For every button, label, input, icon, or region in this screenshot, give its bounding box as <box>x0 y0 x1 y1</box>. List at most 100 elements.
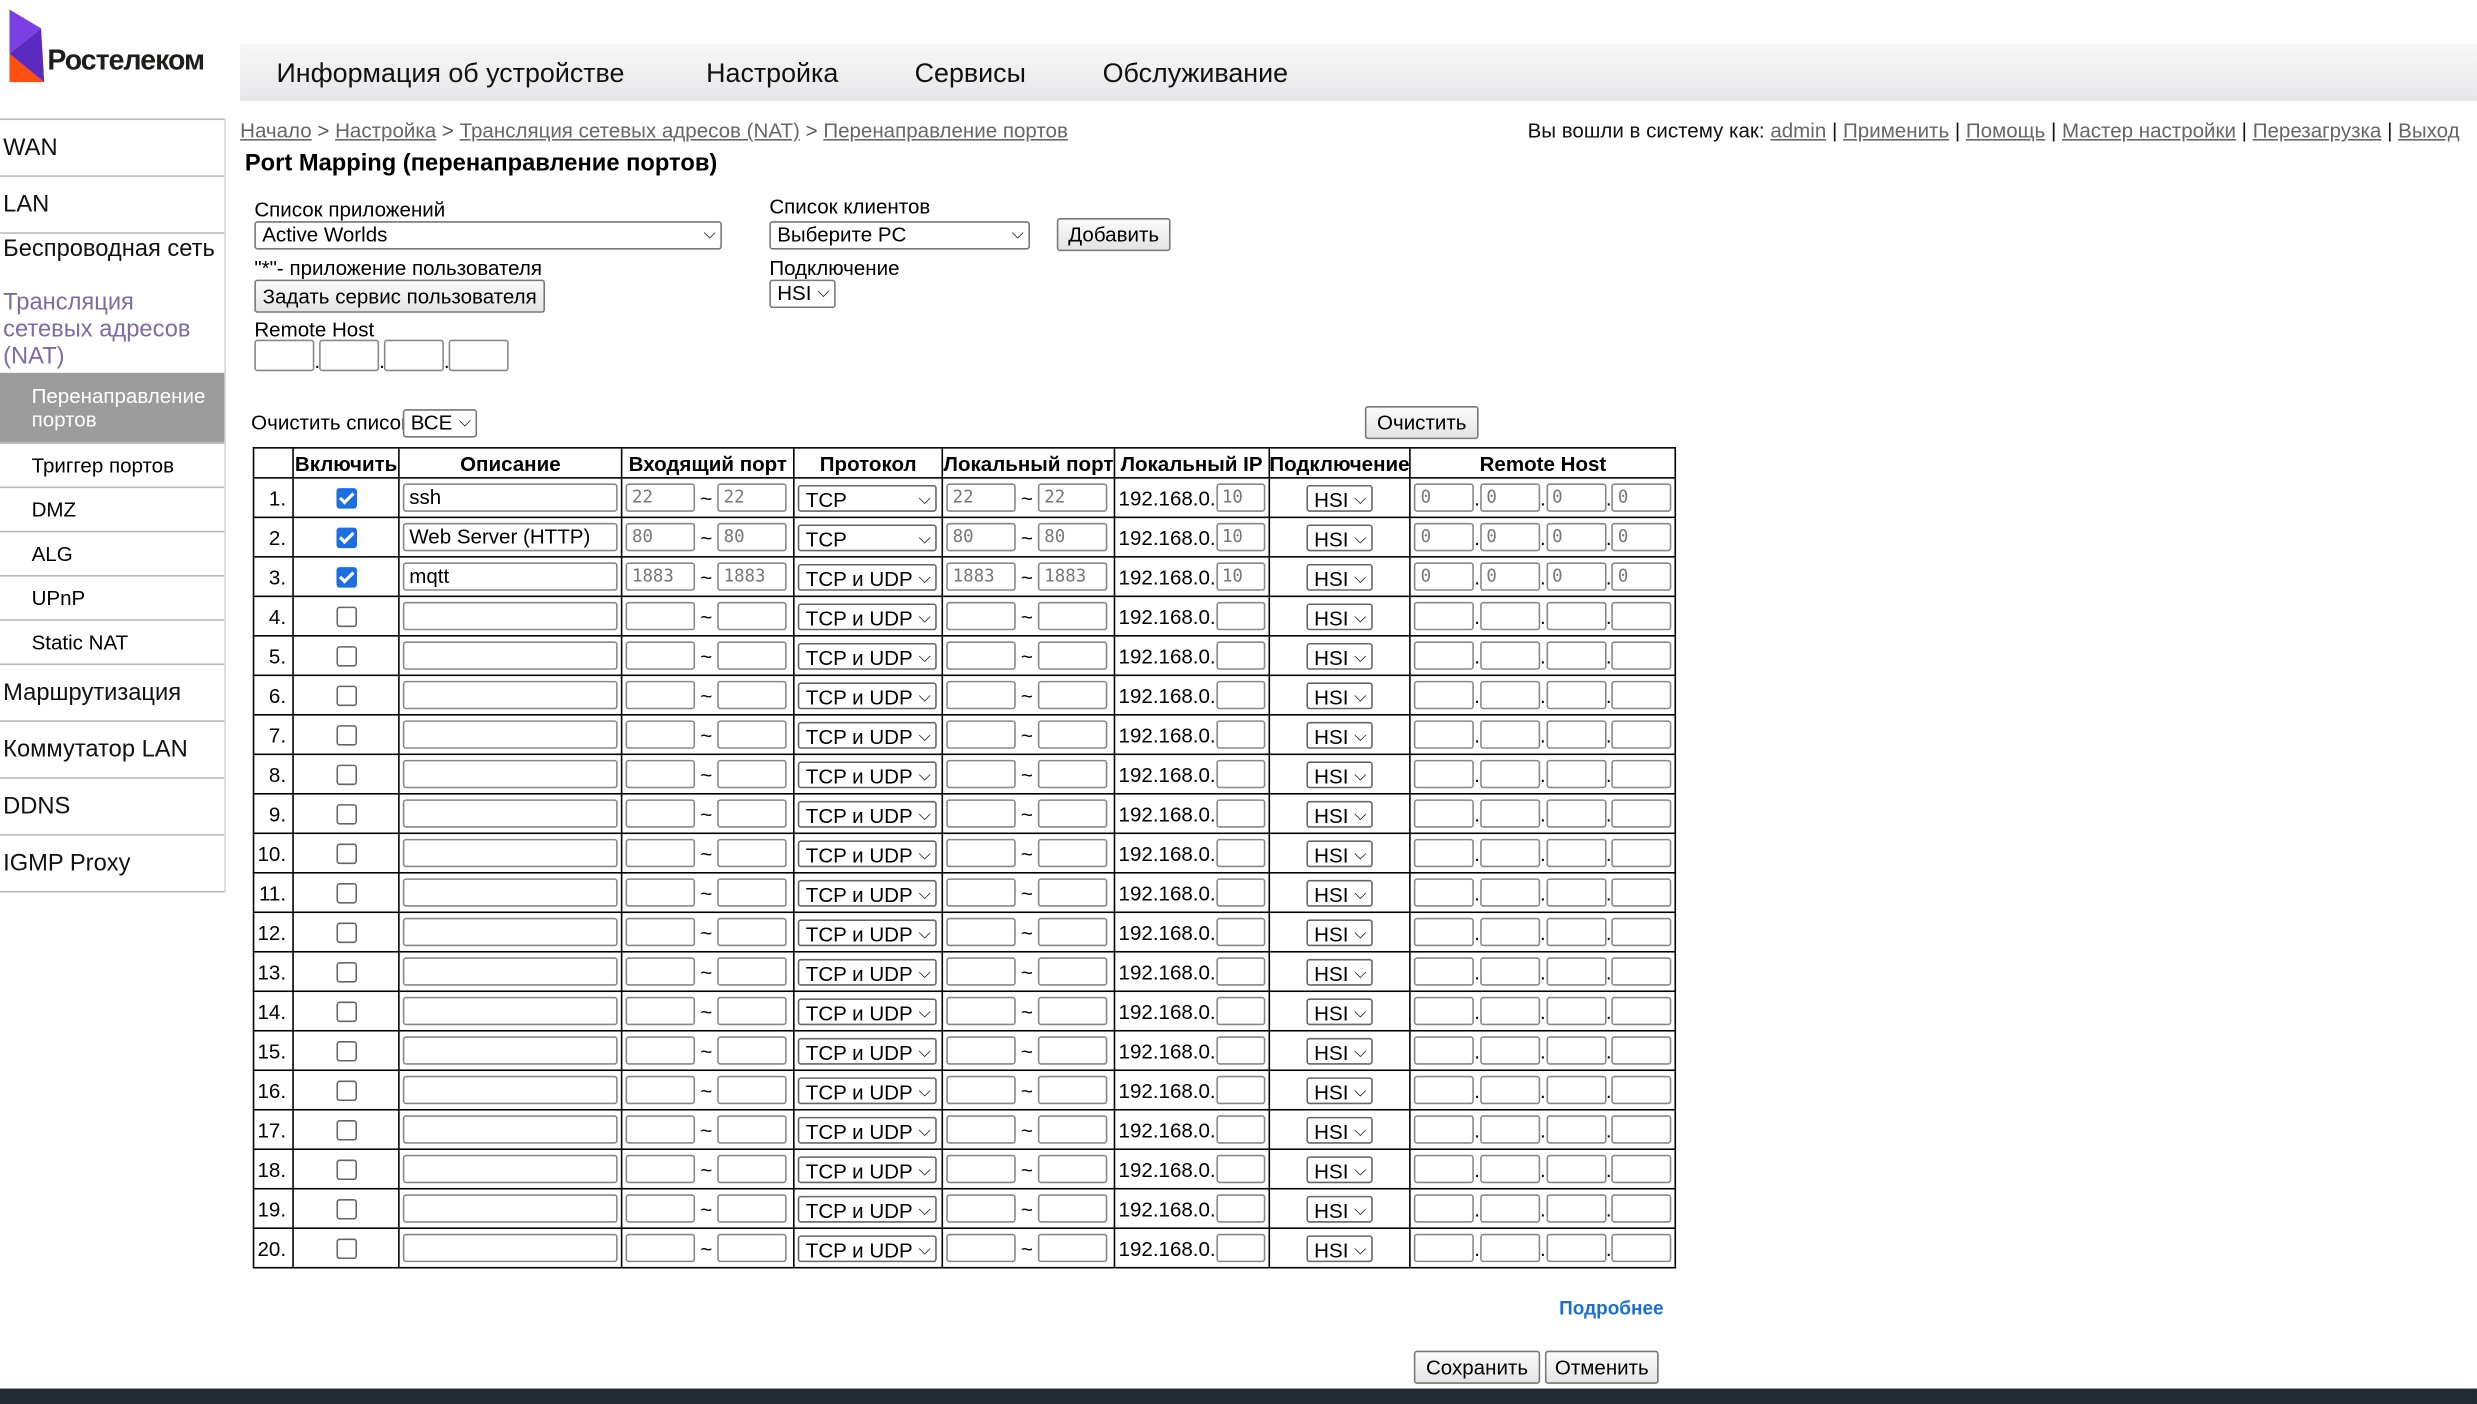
add-button[interactable]: Добавить <box>1056 217 1171 252</box>
description-input[interactable] <box>402 680 618 710</box>
remote-host-octet[interactable] <box>1414 996 1475 1026</box>
apply-link[interactable]: Применить <box>1843 118 1949 142</box>
remote-host-octet[interactable] <box>1480 799 1541 828</box>
incoming-port-end[interactable] <box>717 601 787 631</box>
local-port-end[interactable] <box>1037 996 1108 1026</box>
local-ip-last-octet[interactable] <box>1215 1194 1265 1223</box>
remote-host-octet[interactable]: 0 <box>1611 522 1672 552</box>
local-ip-last-octet[interactable] <box>1215 641 1265 670</box>
local-ip-last-octet[interactable] <box>1215 957 1265 986</box>
incoming-port-start[interactable] <box>625 601 696 631</box>
remote-host-octet[interactable] <box>1545 680 1606 710</box>
incoming-port-end[interactable] <box>717 957 787 986</box>
remote-host-octet[interactable] <box>1545 838 1606 868</box>
protocol-select[interactable]: TCP и UDP ⌵ <box>797 642 937 670</box>
enable-checkbox[interactable] <box>335 487 357 508</box>
remote-host-octet[interactable] <box>1611 680 1672 710</box>
local-port-end[interactable] <box>1037 917 1108 947</box>
remote-host-octet[interactable] <box>1611 720 1672 749</box>
remote-host-octet[interactable] <box>1414 601 1475 631</box>
local-port-start[interactable]: 22 <box>946 483 1016 512</box>
sidebar-subitem-port-trigger[interactable]: Триггер портов <box>0 442 225 486</box>
local-ip-last-octet[interactable] <box>1215 799 1265 828</box>
enable-checkbox[interactable] <box>335 961 357 982</box>
protocol-select[interactable]: TCP и UDP ⌵ <box>797 1234 937 1262</box>
remote-host-octet[interactable]: 0 <box>1545 483 1606 512</box>
protocol-select[interactable]: TCP и UDP ⌵ <box>797 721 937 748</box>
description-input[interactable] <box>402 957 618 986</box>
remote-host-octet[interactable] <box>1611 601 1672 631</box>
incoming-port-start[interactable] <box>625 917 696 947</box>
incoming-port-start[interactable] <box>625 838 696 868</box>
clear-list-select[interactable]: ВСЕ ⌵ <box>402 409 478 438</box>
description-input[interactable] <box>402 878 618 907</box>
connection-select[interactable]: HSI ⌵ <box>1306 1234 1373 1262</box>
description-input[interactable] <box>402 641 618 670</box>
incoming-port-start[interactable] <box>625 680 696 710</box>
remote-host-octet[interactable] <box>1611 1115 1672 1144</box>
connection-select[interactable]: HSI ⌵ <box>1306 879 1373 906</box>
incoming-port-start[interactable] <box>625 1154 696 1184</box>
remote-host-octet[interactable] <box>1414 1154 1475 1184</box>
connection-select[interactable]: HSI ⌵ <box>1306 563 1373 591</box>
remote-host-octet[interactable] <box>1480 720 1541 749</box>
local-port-end[interactable] <box>1037 680 1108 710</box>
remote-host-octet[interactable]: 0 <box>1414 483 1475 512</box>
incoming-port-end[interactable] <box>717 720 787 749</box>
connection-select[interactable]: HSI ⌵ <box>1306 1037 1373 1064</box>
remote-host-octet[interactable] <box>1480 878 1541 907</box>
enable-checkbox[interactable] <box>335 1158 357 1180</box>
remote-host-octet[interactable] <box>1480 1036 1541 1065</box>
description-input[interactable] <box>402 720 618 749</box>
description-input[interactable]: ssh <box>402 483 618 512</box>
sidebar-subitem-dmz[interactable]: DMZ <box>0 486 225 531</box>
connection-select[interactable]: HSI ⌵ <box>1306 1076 1373 1104</box>
incoming-port-start[interactable] <box>625 1036 696 1065</box>
save-button[interactable]: Сохранить <box>1413 1350 1541 1384</box>
remote-host-octet[interactable] <box>1611 759 1672 789</box>
protocol-select[interactable]: TCP и UDP ⌵ <box>797 563 937 591</box>
connection-select[interactable]: HSI ⌵ <box>769 279 836 309</box>
incoming-port-start[interactable]: 80 <box>625 522 696 552</box>
remote-host-octet[interactable] <box>1611 1154 1672 1184</box>
local-ip-last-octet[interactable]: 10 <box>1215 483 1265 512</box>
local-port-start[interactable]: 1883 <box>946 562 1016 591</box>
remote-host-octet[interactable] <box>1611 1233 1672 1263</box>
remote-host-octet[interactable]: 0 <box>1480 562 1541 591</box>
remote-host-octet[interactable] <box>1414 1075 1475 1105</box>
description-input[interactable] <box>402 917 618 947</box>
incoming-port-start[interactable] <box>625 1233 696 1263</box>
remote-host-octet[interactable] <box>1414 838 1475 868</box>
local-ip-last-octet[interactable] <box>1215 878 1265 907</box>
local-port-end[interactable] <box>1037 1036 1108 1065</box>
enable-checkbox[interactable] <box>335 842 357 864</box>
local-ip-last-octet[interactable] <box>1215 1075 1265 1105</box>
incoming-port-start[interactable]: 1883 <box>625 562 696 591</box>
remote-host-octet[interactable] <box>1414 641 1475 670</box>
local-ip-last-octet[interactable] <box>1215 1115 1265 1144</box>
description-input[interactable] <box>402 601 618 631</box>
protocol-select[interactable]: TCP и UDP ⌵ <box>797 958 937 985</box>
local-port-end[interactable] <box>1037 1075 1108 1105</box>
remote-host-octet[interactable] <box>1611 799 1672 828</box>
local-ip-last-octet[interactable] <box>1215 917 1265 947</box>
local-ip-last-octet[interactable] <box>1215 601 1265 631</box>
nav-device-info[interactable]: Информация об устройстве <box>276 58 624 90</box>
protocol-select[interactable]: TCP и UDP ⌵ <box>797 1037 937 1064</box>
description-input[interactable] <box>402 1233 618 1263</box>
nav-maintenance[interactable]: Обслуживание <box>1103 58 1288 90</box>
incoming-port-start[interactable]: 22 <box>625 483 696 512</box>
breadcrumb-home[interactable]: Начало <box>240 118 312 142</box>
wizard-link[interactable]: Мастер настройки <box>2062 118 2236 142</box>
remote-host-octet[interactable] <box>1414 878 1475 907</box>
incoming-port-end[interactable] <box>717 759 787 789</box>
local-ip-last-octet[interactable] <box>1215 1154 1265 1184</box>
remote-host-octet[interactable] <box>1545 917 1606 947</box>
local-port-end[interactable] <box>1037 720 1108 749</box>
protocol-select[interactable]: TCP ⌵ <box>797 484 937 512</box>
local-ip-last-octet[interactable] <box>1215 838 1265 868</box>
remote-host-octet[interactable] <box>1545 878 1606 907</box>
remote-host-octet[interactable]: 0 <box>1480 483 1541 512</box>
remote-host-octet[interactable] <box>1545 1233 1606 1263</box>
description-input[interactable] <box>402 1036 618 1065</box>
